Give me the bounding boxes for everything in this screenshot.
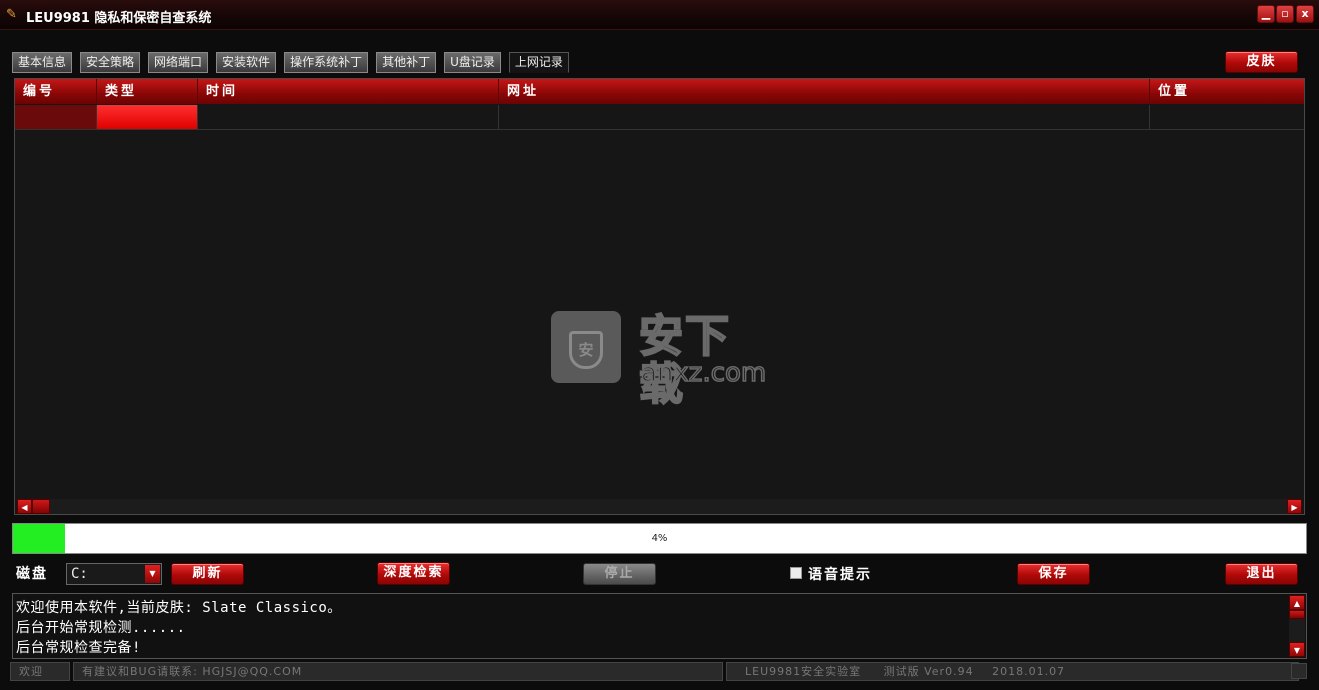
scroll-up-icon[interactable]: ▲ bbox=[1289, 595, 1305, 610]
column-header-type[interactable]: 类型 bbox=[97, 79, 198, 104]
watermark-text-en: anxz.com bbox=[640, 358, 767, 388]
tab-security-policy[interactable]: 安全策略 bbox=[80, 52, 141, 73]
status-date: 2018.01.07 bbox=[992, 665, 1066, 678]
exit-button[interactable]: 退出 bbox=[1225, 563, 1298, 585]
refresh-button[interactable]: 刷新 bbox=[171, 563, 244, 585]
maximize-button[interactable]: ▫ bbox=[1276, 5, 1294, 23]
status-version: 测试版 Ver0.94 bbox=[883, 665, 974, 678]
table-cell bbox=[1150, 105, 1304, 129]
scrollbar-thumb[interactable] bbox=[1289, 610, 1305, 619]
column-header-id[interactable]: 编号 bbox=[15, 79, 97, 104]
records-table: 编号 类型 时间 网址 位置 安 安下载 anxz.com ◀ ▶ bbox=[14, 78, 1305, 515]
tab-network-ports[interactable]: 网络端口 bbox=[148, 52, 209, 73]
table-header: 编号 类型 时间 网址 位置 bbox=[15, 79, 1304, 104]
watermark-logo: 安 安下载 anxz.com bbox=[551, 303, 771, 410]
table-cell bbox=[97, 105, 198, 129]
skin-button[interactable]: 皮肤 bbox=[1225, 51, 1298, 73]
column-header-location[interactable]: 位置 bbox=[1150, 79, 1304, 104]
log-panel[interactable]: 欢迎使用本软件,当前皮肤: Slate Classico。 后台开始常规检测..… bbox=[12, 593, 1307, 659]
scan-progress-bar: 4% bbox=[12, 523, 1307, 554]
scroll-down-icon[interactable]: ▼ bbox=[1289, 642, 1305, 657]
close-button[interactable]: x bbox=[1296, 5, 1314, 23]
chevron-down-icon[interactable]: ▼ bbox=[145, 565, 160, 583]
title-bar: ✎ LEU9981 隐私和保密自查系统 ▁ ▫ x bbox=[0, 0, 1319, 30]
voice-hint-checkbox[interactable] bbox=[790, 567, 802, 579]
table-cell bbox=[198, 105, 499, 129]
progress-label: 4% bbox=[651, 533, 668, 544]
log-line: 欢迎使用本软件,当前皮肤: Slate Classico。 bbox=[16, 600, 342, 616]
disk-select-value: C: bbox=[71, 566, 88, 582]
status-lab: LEU9981安全实验室 bbox=[745, 665, 862, 678]
tab-other-patches[interactable]: 其他补丁 bbox=[376, 52, 437, 73]
scroll-left-icon[interactable]: ◀ bbox=[17, 499, 32, 514]
disk-select[interactable]: C: ▼ bbox=[66, 563, 162, 585]
status-welcome: 欢迎 bbox=[10, 662, 70, 681]
table-cell bbox=[15, 105, 97, 129]
horizontal-scrollbar[interactable]: ◀ ▶ bbox=[17, 499, 1302, 514]
table-row[interactable] bbox=[15, 105, 1304, 130]
tab-usb-records[interactable]: U盘记录 bbox=[444, 52, 501, 73]
scrollbar-thumb[interactable] bbox=[32, 499, 50, 514]
log-line: 后台开始常规检测...... bbox=[16, 620, 186, 636]
column-header-url[interactable]: 网址 bbox=[499, 79, 1150, 104]
status-info: LEU9981安全实验室 测试版 Ver0.94 2018.01.07 bbox=[726, 662, 1299, 681]
window-title: LEU9981 隐私和保密自查系统 bbox=[26, 11, 212, 26]
tab-os-patches[interactable]: 操作系统补丁 bbox=[284, 52, 369, 73]
disk-label: 磁盘 bbox=[16, 566, 48, 582]
resize-grip-icon[interactable] bbox=[1291, 663, 1307, 679]
tab-basic-info[interactable]: 基本信息 bbox=[12, 52, 73, 73]
deep-search-button[interactable]: 深度检索 bbox=[377, 562, 450, 585]
app-logo-icon: ✎ bbox=[6, 7, 17, 22]
vertical-scrollbar[interactable]: ▲ ▼ bbox=[1289, 595, 1305, 657]
status-contact: 有建议和BUG请联系: HGJSJ@QQ.COM bbox=[73, 662, 723, 681]
shield-icon: 安 bbox=[569, 331, 603, 369]
tab-installed-software[interactable]: 安装软件 bbox=[216, 52, 277, 73]
stop-button[interactable]: 停止 bbox=[583, 563, 656, 585]
column-header-time[interactable]: 时间 bbox=[198, 79, 499, 104]
status-bar: 欢迎 有建议和BUG请联系: HGJSJ@QQ.COM LEU9981安全实验室… bbox=[10, 662, 1310, 681]
log-line: 后台常规检查完备! bbox=[16, 640, 141, 656]
minimize-button[interactable]: ▁ bbox=[1257, 5, 1275, 23]
table-cell bbox=[499, 105, 1150, 129]
watermark-bag-icon: 安 bbox=[551, 311, 621, 383]
control-bar: 磁盘 C: ▼ 刷新 深度检索 停止 语音提示 保存 退出 bbox=[0, 558, 1319, 590]
scroll-right-icon[interactable]: ▶ bbox=[1287, 499, 1302, 514]
tab-bar: 基本信息 安全策略 网络端口 安装软件 操作系统补丁 其他补丁 U盘记录 上网记… bbox=[12, 52, 569, 74]
tab-browsing-records[interactable]: 上网记录 bbox=[508, 52, 569, 73]
save-button[interactable]: 保存 bbox=[1017, 563, 1090, 585]
voice-hint-label: 语音提示 bbox=[808, 567, 872, 583]
